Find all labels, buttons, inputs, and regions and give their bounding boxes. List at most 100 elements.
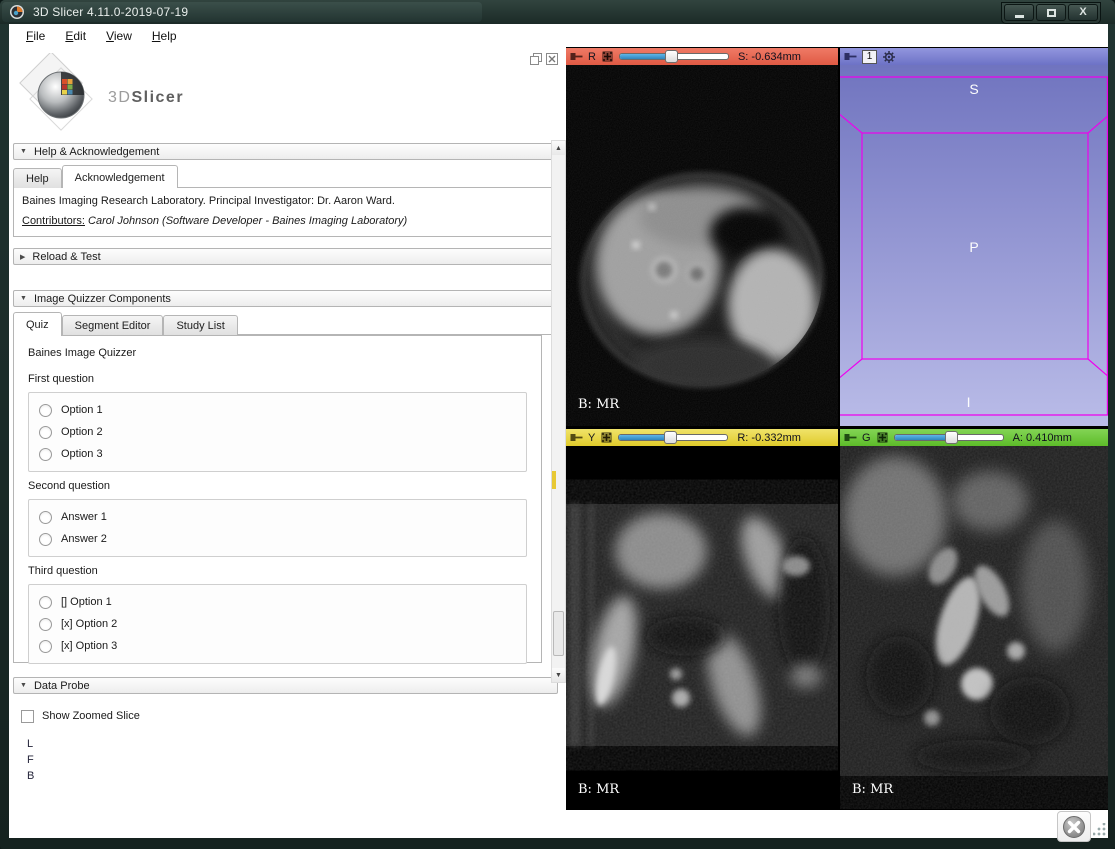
red-slice-slider[interactable] <box>619 50 729 63</box>
tab-quiz[interactable]: Quiz <box>13 312 62 335</box>
resize-grip[interactable] <box>1093 823 1106 836</box>
menu-view[interactable]: View <box>97 26 141 46</box>
collapse-closed-icon: ▶ <box>20 253 25 261</box>
orientation-label-superior: S <box>969 81 978 97</box>
option-label: Option 1 <box>61 404 103 416</box>
radio-icon[interactable] <box>39 596 52 609</box>
slice-view-menu-icon[interactable] <box>876 431 889 444</box>
pin-icon[interactable] <box>570 52 583 61</box>
option-label: Answer 2 <box>61 533 107 545</box>
radio-icon[interactable] <box>39 511 52 524</box>
scroll-down-icon[interactable]: ▼ <box>552 668 565 682</box>
window-title: 3D Slicer 4.11.0-2019-07-19 <box>33 5 188 19</box>
option-label: Option 2 <box>61 426 103 438</box>
green-background-volume-label: B: MR <box>852 782 893 797</box>
section-help-acknowledgement[interactable]: ▼ Help & Acknowledgement <box>13 143 558 160</box>
red-view-letter: R <box>588 51 596 63</box>
slice-view-menu-icon[interactable] <box>600 431 613 444</box>
tab-segment-editor[interactable]: Segment Editor <box>62 315 164 335</box>
pin-icon[interactable] <box>844 52 857 61</box>
pin-icon[interactable] <box>570 433 583 442</box>
question-label: Second question <box>28 480 527 492</box>
green-view-letter: G <box>862 432 871 444</box>
orientation-label-posterior: P <box>969 239 978 255</box>
menu-help[interactable]: Help <box>143 26 186 46</box>
app-window: 3D Slicer 4.11.0-2019-07-19 X File Edit … <box>0 0 1115 849</box>
collapse-open-icon: ▼ <box>20 682 27 689</box>
radio-icon[interactable] <box>39 618 52 631</box>
menu-file[interactable]: File <box>17 26 54 46</box>
section-title: Data Probe <box>34 680 90 692</box>
close-panel-icon[interactable] <box>546 53 558 68</box>
question-group: [] Option 1 [x] Option 2 [x] Option 3 <box>28 584 527 664</box>
section-data-probe[interactable]: ▼ Data Probe <box>13 677 558 694</box>
threed-view[interactable]: S P I <box>840 65 1108 426</box>
menu-bar: File Edit View Help <box>9 24 1108 47</box>
scrollbar-marker <box>552 471 556 489</box>
radio-option[interactable]: [] Option 1 <box>39 591 526 613</box>
viewport-area: R S: -0.634mm <box>566 47 1108 810</box>
radio-icon[interactable] <box>39 426 52 439</box>
option-label: [x] Option 3 <box>61 640 117 652</box>
option-label: Answer 1 <box>61 511 107 523</box>
yellow-view-letter: Y <box>588 432 595 444</box>
close-button[interactable]: X <box>1068 4 1098 21</box>
minimize-button[interactable] <box>1004 4 1034 21</box>
slider-handle[interactable] <box>945 431 958 444</box>
pin-icon[interactable] <box>844 433 857 442</box>
title-bar[interactable]: 3D Slicer 4.11.0-2019-07-19 X <box>0 0 1115 24</box>
radio-option[interactable]: [x] Option 3 <box>39 635 526 657</box>
contributors-label: Contributors: <box>22 215 85 227</box>
option-label: [x] Option 2 <box>61 618 117 630</box>
yellow-slice-view[interactable]: B: MR <box>566 446 838 811</box>
acknowledgement-text-box: Baines Imaging Research Laboratory. Prin… <box>13 188 552 237</box>
show-zoomed-slice-row[interactable]: Show Zoomed Slice <box>21 708 558 724</box>
section-reload-test[interactable]: ▶ Reload & Test <box>13 248 558 265</box>
radio-option[interactable]: Answer 2 <box>39 528 526 550</box>
section-image-quizzer[interactable]: ▼ Image Quizzer Components <box>13 290 558 307</box>
error-log-close-button[interactable] <box>1057 811 1091 842</box>
checkbox-icon[interactable] <box>21 710 34 723</box>
acknowledgement-line: Baines Imaging Research Laboratory. Prin… <box>22 195 543 207</box>
menu-edit[interactable]: Edit <box>56 26 95 46</box>
radio-option[interactable]: Answer 1 <box>39 506 526 528</box>
yellow-slice-slider[interactable] <box>618 431 728 444</box>
panel-scrollbar[interactable]: ▲ ▼ <box>551 140 566 683</box>
section-title: Help & Acknowledgement <box>34 146 159 158</box>
green-slice-view[interactable]: B: MR <box>840 446 1108 811</box>
help-ack-tabbar: Help Acknowledgement <box>13 165 558 188</box>
slice-view-menu-icon[interactable] <box>601 50 614 63</box>
radio-icon[interactable] <box>39 404 52 417</box>
axis-label-b: B <box>27 768 558 784</box>
green-slice-slider[interactable] <box>894 431 1004 444</box>
radio-option[interactable]: [x] Option 2 <box>39 613 526 635</box>
tab-acknowledgement[interactable]: Acknowledgement <box>62 165 178 188</box>
contributors-line: Contributors: Carol Johnson (Software De… <box>22 215 543 227</box>
tab-help[interactable]: Help <box>13 168 62 188</box>
scrollbar-thumb[interactable] <box>553 611 564 656</box>
question-group: Option 1 Option 2 Option 3 <box>28 392 527 472</box>
red-slice-header: R S: -0.634mm <box>566 48 838 65</box>
threed-view-selector[interactable]: 1 <box>862 50 877 64</box>
red-background-volume-label: B: MR <box>578 397 619 412</box>
scroll-up-icon[interactable]: ▲ <box>552 141 565 155</box>
view-options-gear-icon[interactable] <box>882 50 896 64</box>
axis-label-f: F <box>27 752 558 768</box>
radio-option[interactable]: Option 3 <box>39 443 526 465</box>
slider-handle[interactable] <box>664 431 677 444</box>
radio-option[interactable]: Option 1 <box>39 399 526 421</box>
maximize-button[interactable] <box>1036 4 1066 21</box>
collapse-open-icon: ▼ <box>20 148 27 155</box>
radio-icon[interactable] <box>39 533 52 546</box>
radio-option[interactable]: Option 2 <box>39 421 526 443</box>
question-label: Third question <box>28 565 527 577</box>
red-slice-view[interactable]: B: MR <box>566 65 838 426</box>
radio-icon[interactable] <box>39 448 52 461</box>
tab-study-list[interactable]: Study List <box>163 315 237 335</box>
app-icon <box>9 4 25 23</box>
red-slice-offset: S: -0.634mm <box>738 51 801 63</box>
slider-handle[interactable] <box>665 50 678 63</box>
checkbox-label: Show Zoomed Slice <box>42 710 140 722</box>
undock-panel-icon[interactable] <box>530 53 542 68</box>
radio-icon[interactable] <box>39 640 52 653</box>
